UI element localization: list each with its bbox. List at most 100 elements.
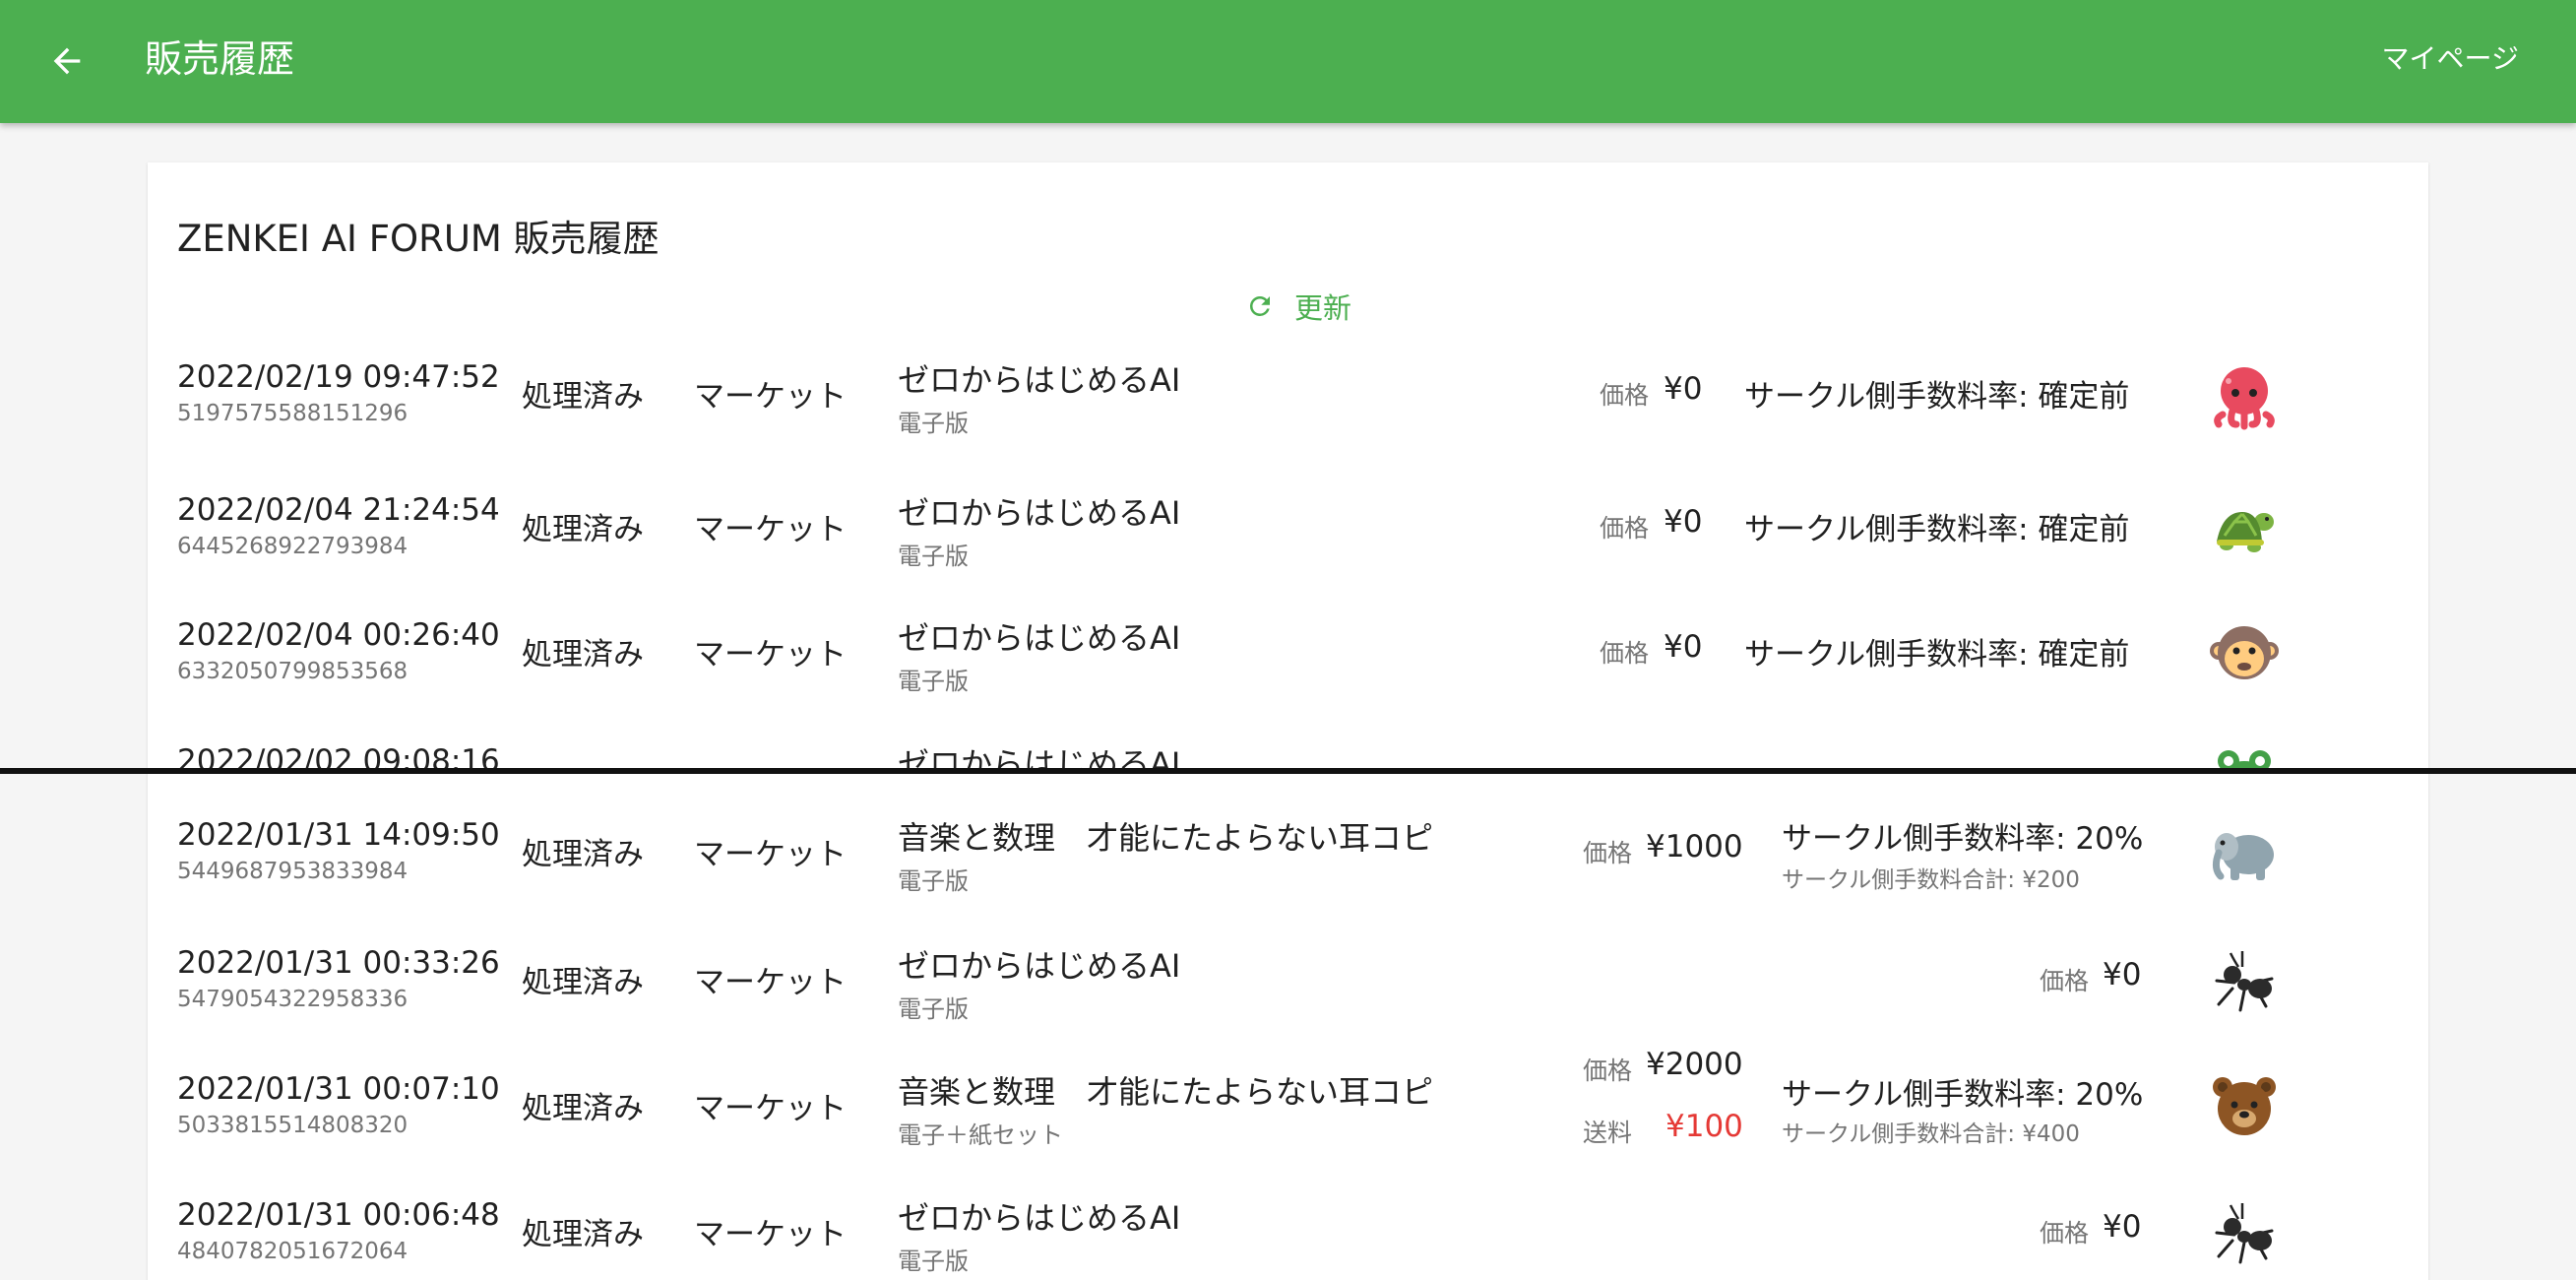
price-label: 価格 <box>1583 839 1633 867</box>
buyer-avatar <box>2205 613 2284 692</box>
shipping-value: ¥100 <box>1665 1109 1743 1144</box>
sale-channel: マーケット <box>694 837 847 872</box>
app-bar: 販売履歴 マイページ <box>0 0 2576 123</box>
fee-total: サークル側手数料合計: ¥400 <box>1782 1121 2080 1147</box>
product-name: 音楽と数理 才能にたよらない耳コピ <box>898 1073 1434 1111</box>
sale-status: 処理済み <box>522 1217 644 1252</box>
sale-row: 2022/02/04 00:26:40 6332050799853568 処理済… <box>148 617 2428 736</box>
sale-channel: マーケット <box>694 512 847 547</box>
buyer-avatar <box>2205 1067 2284 1146</box>
sale-channel: マーケット <box>694 1091 847 1126</box>
sale-id: 6445268922793984 <box>177 534 408 559</box>
shipping-label: 送料 <box>1583 1119 1633 1147</box>
sale-row: 2022/01/31 00:33:26 5479054322958336 処理済… <box>148 945 2428 1063</box>
sales-card: ZENKEI AI FORUM 販売履歴 更新 2022/02/19 09:47… <box>148 162 2428 769</box>
product-name: ゼロからはじめるAI <box>898 494 1181 532</box>
sale-id: 5449687953833984 <box>177 859 408 884</box>
price-label: 価格 <box>2040 967 2090 995</box>
sale-date: 2022/02/04 21:24:54 <box>177 492 500 528</box>
fee-rate: サークル側手数料率: 確定前 <box>1744 512 2130 547</box>
price-label: 価格 <box>2040 1219 2090 1248</box>
product-name: ゼロからはじめるAI <box>898 745 1181 769</box>
ant-icon <box>2215 951 2274 1012</box>
sale-channel: マーケット <box>694 965 847 1000</box>
product-edition: 電子版 <box>898 668 969 695</box>
product-edition: 電子版 <box>898 995 969 1023</box>
sale-id: 6332050799853568 <box>177 659 408 684</box>
sale-id: 5197575588151296 <box>177 401 408 426</box>
sale-date: 2022/01/31 00:06:48 <box>177 1197 500 1233</box>
sale-date: 2022/02/04 00:26:40 <box>177 617 500 653</box>
fee-total: サークル側手数料合計: ¥200 <box>1782 867 2080 893</box>
buyer-avatar <box>2205 739 2284 769</box>
price-label: 価格 <box>1583 1056 1633 1085</box>
refresh-icon <box>1249 295 1270 316</box>
card-title: ZENKEI AI FORUM 販売履歴 <box>177 218 660 260</box>
product-edition: 電子＋紙セット <box>898 1121 1063 1149</box>
sale-status: 処理済み <box>522 1091 644 1126</box>
price-value: ¥1000 <box>1646 829 1743 864</box>
sale-row: 2022/02/19 09:47:52 5197575588151296 処理済… <box>148 359 2428 478</box>
price-label: 価格 <box>1600 514 1650 543</box>
price-value: ¥0 <box>1664 629 1703 665</box>
buyer-avatar <box>2205 813 2284 892</box>
product-name: ゼロからはじめるAI <box>898 947 1181 985</box>
ant-icon <box>2215 1203 2274 1264</box>
refresh-label: 更新 <box>1294 291 1352 325</box>
price-label: 価格 <box>1600 639 1650 668</box>
split-divider <box>0 768 2576 774</box>
product-edition: 電子版 <box>898 410 969 437</box>
sale-date: 2022/01/31 00:07:10 <box>177 1071 500 1107</box>
page-title: 販売履歴 <box>145 37 295 81</box>
price-value: ¥0 <box>2103 1209 2142 1245</box>
sale-id: 5033815514808320 <box>177 1113 408 1138</box>
fee-rate: サークル側手数料率: 確定前 <box>1744 379 2130 415</box>
back-button[interactable] <box>39 33 94 89</box>
frog-icon <box>2218 750 2271 769</box>
fee-rate: サークル側手数料率: 20% <box>1782 821 2144 857</box>
price-label: 価格 <box>1600 381 1650 410</box>
product-name: 音楽と数理 才能にたよらない耳コピ <box>898 819 1434 857</box>
sale-id: 5479054322958336 <box>177 987 408 1012</box>
buyer-avatar <box>2205 355 2284 434</box>
sale-status: 処理済み <box>522 379 644 415</box>
sale-row: 2022/01/31 14:09:50 5449687953833984 処理済… <box>148 817 2428 935</box>
buyer-avatar <box>2205 1193 2284 1272</box>
product-edition: 電子版 <box>898 1248 969 1275</box>
sale-channel: マーケット <box>694 637 847 672</box>
refresh-button[interactable]: 更新 <box>1225 279 1371 334</box>
sale-date: 2022/02/19 09:47:52 <box>177 359 500 395</box>
product-edition: 電子版 <box>898 543 969 570</box>
buyer-avatar <box>2205 941 2284 1020</box>
sale-date: 2022/02/02 09:08:16 <box>177 743 500 769</box>
sales-card: 2022/01/31 14:09:50 5449687953833984 処理済… <box>148 774 2428 1280</box>
sale-date: 2022/01/31 14:09:50 <box>177 817 500 853</box>
sale-status: 処理済み <box>522 637 644 672</box>
top-pane: ZENKEI AI FORUM 販売履歴 更新 2022/02/19 09:47… <box>0 123 2576 769</box>
product-name: ゼロからはじめるAI <box>898 361 1181 399</box>
bottom-pane: 2022/01/31 14:09:50 5449687953833984 処理済… <box>0 774 2576 1280</box>
elephant-icon <box>2212 833 2274 880</box>
price-value: ¥0 <box>1664 504 1703 540</box>
price-value: ¥0 <box>2103 957 2142 992</box>
sale-row: 2022/01/31 00:07:10 5033815514808320 処理済… <box>148 1047 2428 1189</box>
price-value: ¥0 <box>1664 371 1703 407</box>
octopus-icon <box>2214 367 2275 430</box>
sale-status: 処理済み <box>522 837 644 872</box>
product-name: ゼロからはじめるAI <box>898 619 1181 657</box>
sale-channel: マーケット <box>694 379 847 415</box>
sale-channel: マーケット <box>694 1217 847 1252</box>
bear-icon <box>2213 1077 2276 1135</box>
product-edition: 電子版 <box>898 867 969 895</box>
fee-rate: サークル側手数料率: 20% <box>1782 1077 2144 1113</box>
sale-row: 2022/01/31 00:06:48 4840782051672064 処理済… <box>148 1197 2428 1280</box>
sale-date: 2022/01/31 00:33:26 <box>177 945 500 981</box>
mypage-link[interactable]: マイページ <box>2382 37 2519 81</box>
price-value: ¥2000 <box>1646 1047 1743 1082</box>
sale-status: 処理済み <box>522 965 644 1000</box>
arrow-back-icon <box>53 47 81 75</box>
product-name: ゼロからはじめるAI <box>898 1199 1181 1237</box>
sale-row: 2022/02/02 09:08:16 ゼロからはじめるAI <box>148 743 2428 769</box>
fee-rate: サークル側手数料率: 確定前 <box>1744 637 2130 672</box>
sale-row: 2022/02/04 21:24:54 6445268922793984 処理済… <box>148 492 2428 610</box>
